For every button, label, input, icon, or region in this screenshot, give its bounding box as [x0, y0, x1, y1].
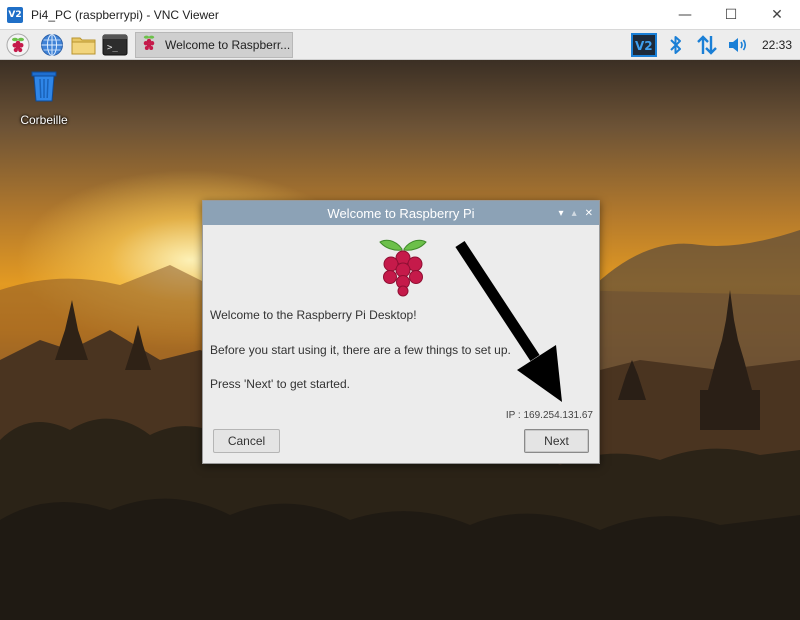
start-text: Press 'Next' to get started.	[210, 377, 350, 391]
dialog-minimize-button[interactable]: ▾	[559, 208, 564, 219]
cancel-button[interactable]: Cancel	[213, 429, 280, 453]
trash-icon	[31, 71, 57, 102]
maximize-button[interactable]: ☐	[708, 0, 754, 30]
next-button[interactable]: Next	[524, 429, 589, 453]
trash-desktop-icon[interactable]: Corbeille	[16, 68, 72, 127]
taskbar: >_ Welcome to Raspberr... V2 22:33	[0, 30, 800, 60]
raspberry-icon	[139, 33, 159, 58]
dialog-titlebar[interactable]: Welcome to Raspberry Pi ▾ ▴ ✕	[203, 201, 599, 225]
volume-icon[interactable]	[726, 33, 750, 62]
close-button[interactable]: ✕	[754, 0, 800, 30]
vnc-viewer-logo-icon: V2	[7, 6, 23, 23]
vnc-window-titlebar[interactable]: V2 Pi4_PC (raspberrypi) - VNC Viewer — ☐…	[0, 0, 800, 30]
web-browser-icon[interactable]	[40, 33, 64, 57]
dialog-maximize-button[interactable]: ▴	[572, 208, 577, 219]
trash-label: Corbeille	[20, 113, 68, 127]
vnc-icon[interactable]: V2	[631, 33, 657, 62]
taskbar-clock[interactable]: 22:33	[762, 38, 792, 52]
network-icon[interactable]	[696, 33, 718, 62]
welcome-dialog: Welcome to Raspberry Pi ▾ ▴ ✕ Welcome to…	[202, 200, 600, 464]
taskbar-window-label: Welcome to Raspberr...	[165, 38, 291, 52]
svg-text:V2: V2	[635, 39, 653, 53]
raspberry-menu-icon[interactable]	[6, 33, 30, 57]
vnc-window-title: Pi4_PC (raspberrypi) - VNC Viewer	[31, 7, 219, 22]
taskbar-window-welcome[interactable]: Welcome to Raspberr...	[135, 32, 293, 58]
raspberry-pi-logo-icon	[377, 235, 429, 302]
welcome-text: Welcome to the Raspberry Pi Desktop!	[210, 308, 417, 322]
ip-address-label: IP : 169.254.131.67	[505, 410, 593, 421]
dialog-title: Welcome to Raspberry Pi	[327, 205, 475, 221]
bluetooth-icon[interactable]	[668, 33, 684, 62]
dialog-close-button[interactable]: ✕	[585, 208, 593, 219]
terminal-icon[interactable]: >_	[102, 33, 128, 57]
file-manager-icon[interactable]	[70, 33, 98, 57]
svg-text:>_: >_	[107, 43, 118, 53]
minimize-button[interactable]: —	[662, 0, 708, 30]
setup-text: Before you start using it, there are a f…	[210, 343, 511, 357]
